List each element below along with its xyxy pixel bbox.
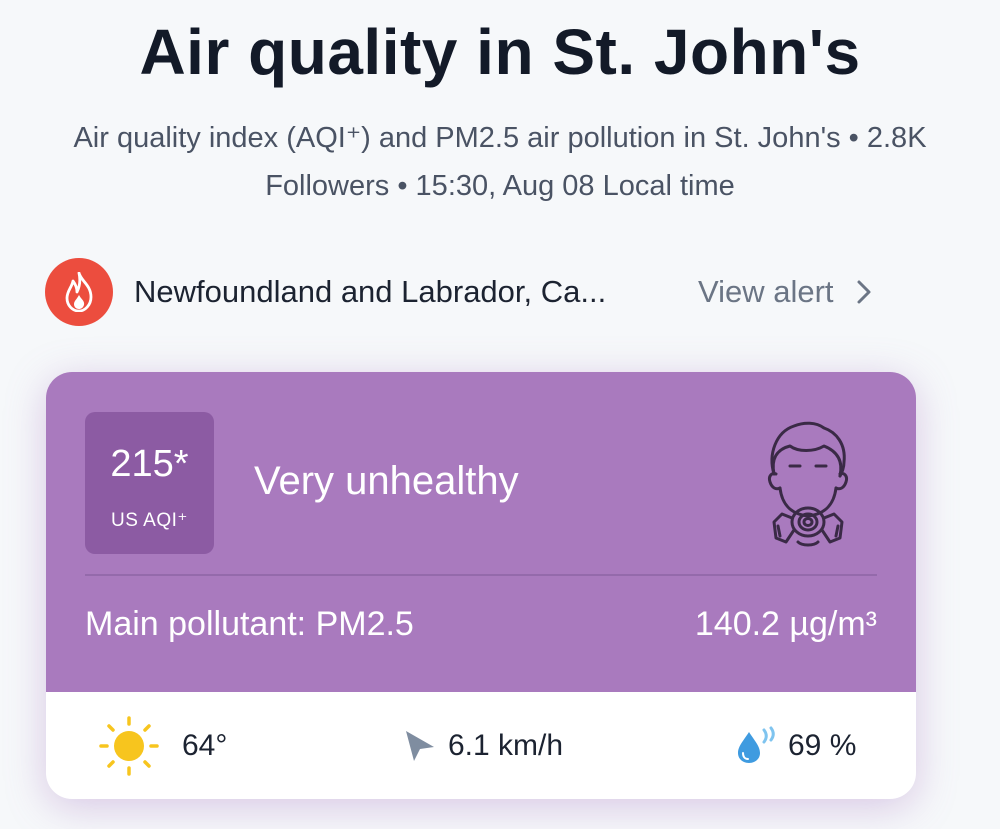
temperature-value: 64° [182, 728, 228, 762]
view-alert-link[interactable]: View alert [698, 274, 872, 310]
subtitle-line-1: Air quality index (AQI⁺) and PM2.5 air p… [73, 122, 927, 154]
subtitle-line-2: Followers • 15:30, Aug 08 Local time [265, 170, 735, 202]
view-alert-label: View alert [698, 274, 834, 309]
aqi-unit: US AQI⁺ [111, 510, 188, 531]
sun-icon [98, 715, 160, 777]
aqi-card: 215* US AQI⁺ Very unhealthy Main polluta… [46, 372, 916, 799]
wind-value: 6.1 km/h [448, 728, 564, 762]
page-title: Air quality in St. John's [139, 16, 861, 88]
weather-humidity: 69 % [736, 692, 856, 799]
chevron-right-icon [856, 279, 872, 305]
alert-banner[interactable]: Newfoundland and Labrador, Ca... View al… [45, 258, 915, 326]
aqi-card-header: 215* US AQI⁺ Very unhealthy Main polluta… [46, 372, 916, 692]
card-divider [85, 574, 877, 576]
weather-temperature: 64° [98, 692, 227, 799]
page-subtitle: Air quality index (AQI⁺) and PM2.5 air p… [0, 114, 1000, 210]
gas-mask-person-icon [760, 418, 856, 552]
air-quality-page: Air quality in St. John's Air quality in… [0, 0, 1000, 829]
aqi-status: Very unhealthy [254, 459, 519, 503]
aqi-badge: 215* US AQI⁺ [85, 412, 214, 554]
pollutant-concentration: 140.2 µg/m³ [694, 605, 877, 643]
weather-bar: 64° 6.1 km/h 69 % [46, 692, 916, 799]
main-pollutant: Main pollutant: PM2.5 [85, 605, 414, 643]
weather-wind: 6.1 km/h [404, 692, 563, 799]
humidity-drop-icon [736, 726, 780, 766]
fire-icon [45, 258, 113, 326]
alert-location: Newfoundland and Labrador, Ca... [134, 274, 607, 309]
wind-direction-arrow-icon [404, 729, 436, 763]
aqi-value: 215* [110, 443, 189, 485]
humidity-value: 69 % [788, 728, 857, 762]
